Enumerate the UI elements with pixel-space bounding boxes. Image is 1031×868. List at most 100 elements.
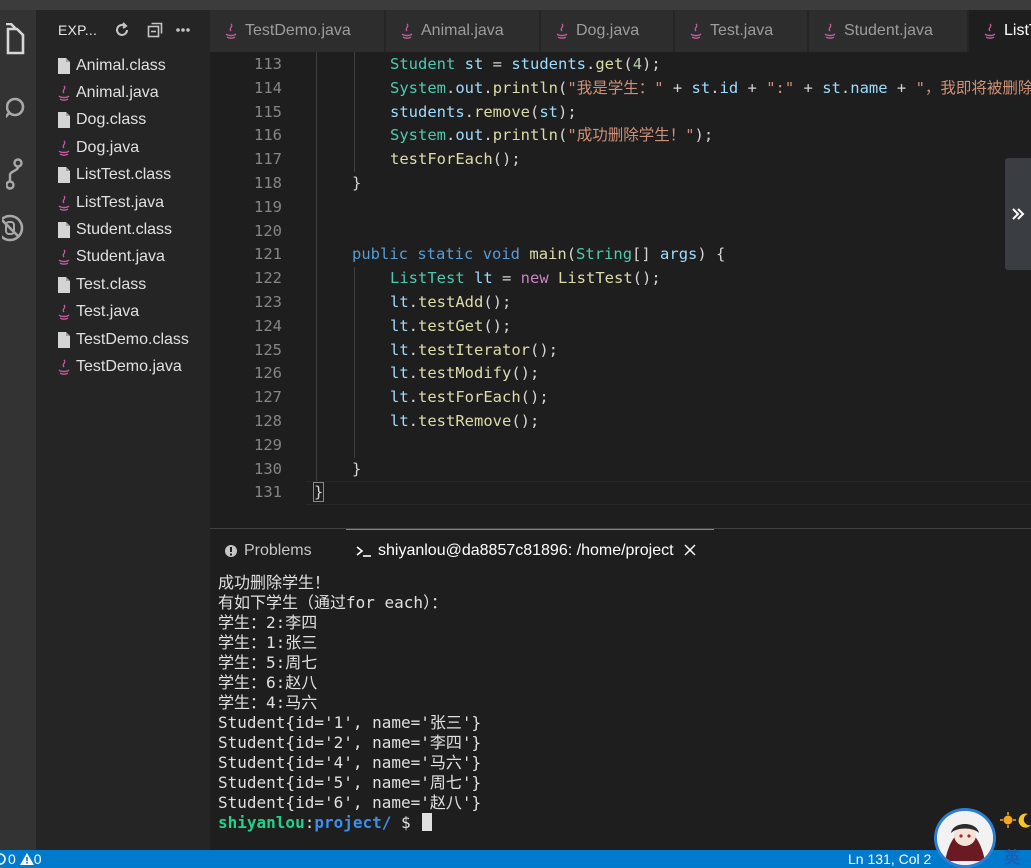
line-number: 130 <box>254 459 282 478</box>
terminal-output[interactable]: 成功删除学生！ 有如下学生（通过for each）： 学生：2:李四 学生：1:张三学… <box>218 573 1018 833</box>
ime-indicator[interactable]: 英 <box>996 808 1031 868</box>
code-line: 119 <box>210 196 1031 220</box>
file-name: ListTest.class <box>76 166 172 184</box>
file-item[interactable]: Animal.java <box>36 79 210 106</box>
file-item[interactable]: TestDemo.java <box>36 353 210 380</box>
warning-icon <box>19 852 34 865</box>
collapse-all-icon[interactable] <box>145 20 165 40</box>
code-token: String <box>576 245 633 264</box>
code-text: lt.testRemove(); <box>390 410 539 434</box>
code-line: 124 lt.testGet(); <box>210 315 1031 339</box>
file-icon <box>56 221 72 239</box>
code-token: testAdd <box>418 293 484 311</box>
code-line: 126 lt.testModify(); <box>210 362 1031 386</box>
file-name: Animal.java <box>76 84 159 102</box>
editor-tab[interactable]: Student.java <box>809 10 968 52</box>
tab-label: Animal.java <box>421 22 504 39</box>
code-token: (); <box>511 412 540 430</box>
code-token: System <box>390 126 446 145</box>
java-file-icon <box>56 248 72 266</box>
code-token: lt <box>390 412 409 430</box>
terminal-line: 学生：1:张三 <box>218 633 318 652</box>
code-token: new <box>520 269 549 288</box>
code-token: . <box>464 102 474 121</box>
editor-tab[interactable]: ListT <box>969 10 1031 52</box>
code-token: ); <box>558 102 577 121</box>
debug-icon[interactable] <box>0 208 26 248</box>
code-token: (); <box>492 150 521 169</box>
file-item[interactable]: Student.class <box>36 216 210 243</box>
editor-tab[interactable]: TestDemo.java <box>210 10 385 52</box>
code-token: + <box>794 78 823 97</box>
search-icon[interactable] <box>0 90 26 130</box>
file-item[interactable]: Test.java <box>36 299 210 326</box>
terminal-prompt[interactable]: shiyanlou:project/ $ <box>218 813 1018 833</box>
tab-terminal[interactable]: shiyanlou@da8857c81896: /home/project <box>356 539 698 563</box>
code-token: ) { <box>697 245 726 264</box>
code-token: st <box>464 55 484 73</box>
code-line: 118} <box>210 172 1031 196</box>
more-icon[interactable] <box>173 20 193 40</box>
editor-tab[interactable]: Dog.java <box>541 10 674 52</box>
terminal-label: shiyanlou@da8857c81896: /home/project <box>378 542 674 559</box>
cursor-position[interactable]: Ln 131, Col 2 <box>848 851 931 868</box>
code-token: (); <box>483 293 512 311</box>
code-text: ListTest lt = new ListTest(); <box>390 267 661 291</box>
code-token: st <box>822 78 841 97</box>
editor-tab[interactable]: Animal.java <box>386 10 540 52</box>
code-token: ); <box>642 55 661 73</box>
code-text: lt.testGet(); <box>390 315 511 339</box>
tab-problems[interactable]: Problems <box>224 539 312 563</box>
problems-status[interactable]: 0 0 <box>0 851 41 868</box>
code-token: ":" <box>766 78 795 97</box>
code-token: ( <box>558 78 568 97</box>
close-icon[interactable] <box>684 544 698 558</box>
code-token: + <box>738 78 767 97</box>
line-number: 117 <box>254 150 282 169</box>
java-file-icon <box>400 23 414 39</box>
code-editor[interactable]: 113 Student st = students.get(4); 114 Syste… <box>210 52 1031 528</box>
file-item[interactable]: Student.java <box>36 244 210 271</box>
terminal-line: Student{id='1', name='张三'} <box>218 713 482 732</box>
terminal-line: Student{id='4', name='马六'} <box>218 753 482 772</box>
code-token: (); <box>520 388 549 407</box>
editor-tab[interactable]: Test.java <box>675 10 808 52</box>
file-item[interactable]: ListTest.java <box>36 189 210 216</box>
file-item[interactable]: Dog.java <box>36 134 210 161</box>
code-token: students <box>390 102 465 121</box>
java-file-icon <box>56 358 72 376</box>
prompt-path: project/ <box>314 813 392 832</box>
line-number: 114 <box>254 78 282 97</box>
java-file-icon <box>224 23 238 39</box>
code-token: lt <box>390 364 409 383</box>
code-token: 4 <box>632 55 643 73</box>
file-item[interactable]: TestDemo.class <box>36 326 210 353</box>
file-item[interactable]: Animal.class <box>36 52 210 79</box>
file-item[interactable]: ListTest.class <box>36 162 210 189</box>
avatar[interactable] <box>934 808 996 868</box>
terminal-line: Student{id='5', name='周七'} <box>218 773 482 792</box>
code-token: } <box>352 459 362 478</box>
line-number: 128 <box>254 412 282 430</box>
explorer-title: EXP... <box>58 22 98 38</box>
line-number: 118 <box>254 174 282 192</box>
tab-label: TestDemo.java <box>245 22 351 39</box>
file-tree: Animal.class Animal.java Dog.class Dog.java… <box>36 52 210 381</box>
code-token: ( <box>558 126 568 145</box>
files-icon[interactable] <box>0 20 26 60</box>
terminal-cursor <box>422 813 433 831</box>
refresh-icon[interactable] <box>112 20 132 40</box>
code-token: . <box>408 316 419 335</box>
code-token: lt <box>390 340 409 359</box>
title-strip <box>0 0 1031 10</box>
terminal-line: 学生：6:赵八 <box>218 673 318 692</box>
explorer-sidebar: EXP... Animal.class Animal.java Dog.class D… <box>36 10 210 850</box>
terminal-icon <box>356 544 372 558</box>
source-control-icon[interactable] <box>0 155 26 195</box>
file-item[interactable]: Test.class <box>36 271 210 298</box>
code-token: . <box>408 412 419 430</box>
line-number: 125 <box>254 340 282 359</box>
chevron-right-icon[interactable] <box>1005 158 1031 270</box>
code-token: (); <box>632 269 661 288</box>
file-item[interactable]: Dog.class <box>36 107 210 134</box>
